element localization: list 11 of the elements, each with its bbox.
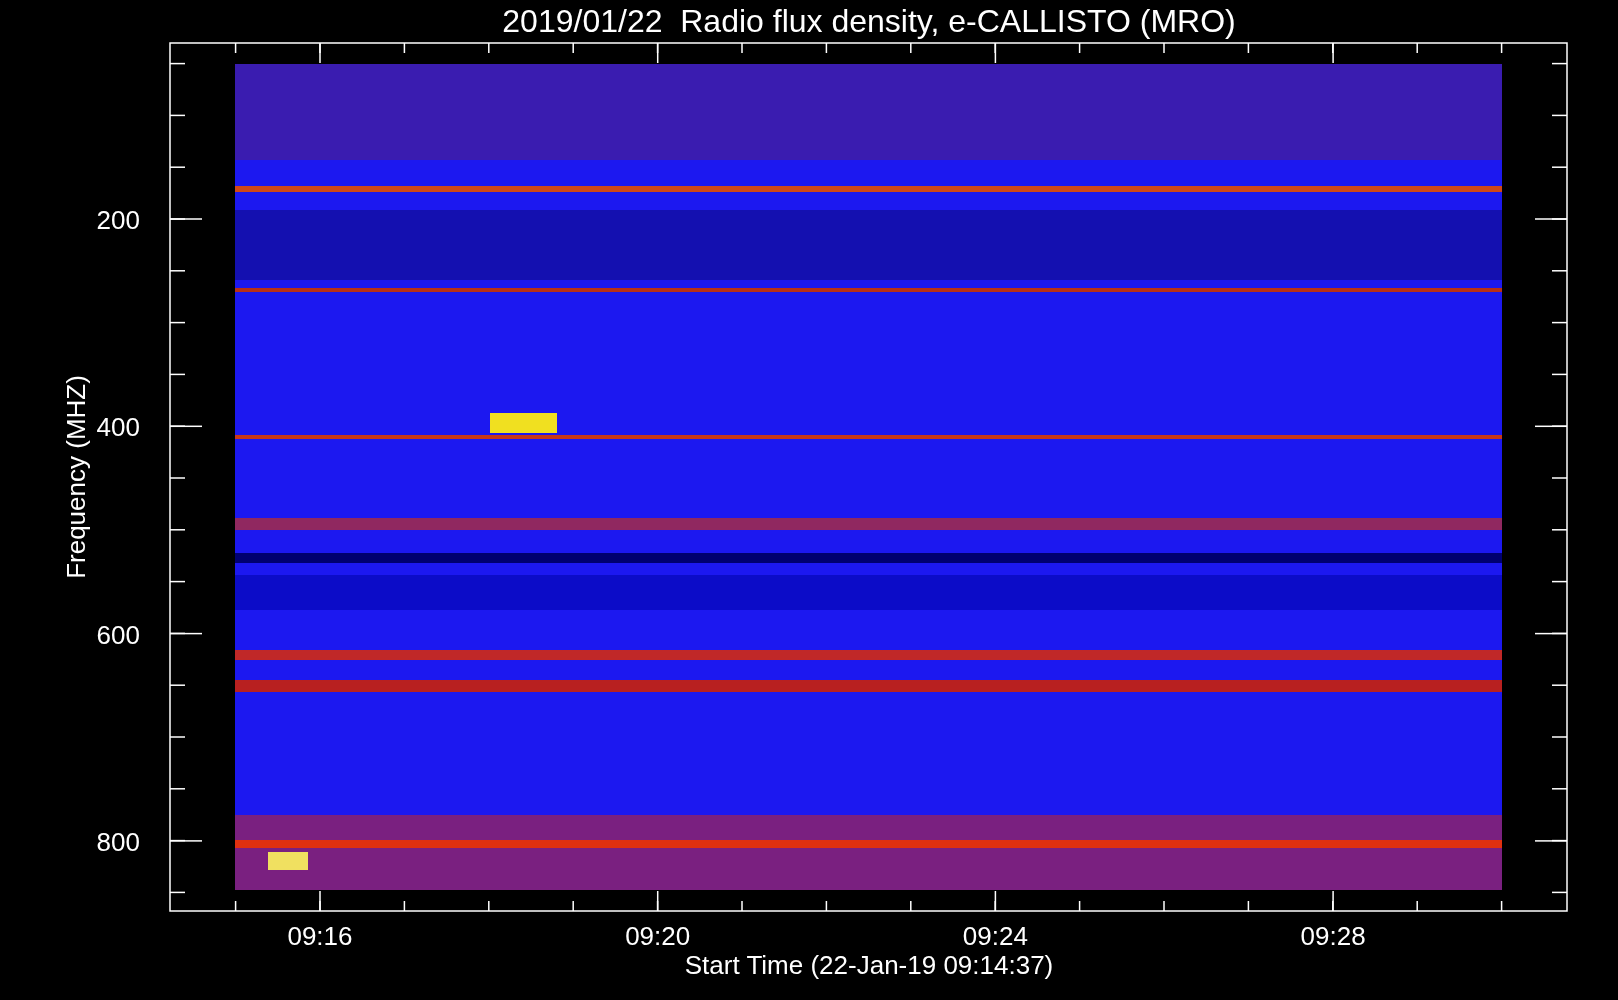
x-tick-label: 09:16 xyxy=(287,921,353,951)
y-axis-label: Frequency (MHZ) xyxy=(61,375,91,579)
x-tick-label: 09:20 xyxy=(625,921,691,951)
y-tick-label: 400 xyxy=(96,412,140,443)
x-tick-label: 09:24 xyxy=(962,921,1028,951)
y-tick-label: 600 xyxy=(96,619,140,650)
y-tick-label: 200 xyxy=(96,205,140,235)
x-tick-label: 09:28 xyxy=(1300,921,1366,951)
plot-title: 2019/01/22 Radio flux density, e-CALLISTO (MRO) xyxy=(502,3,1236,39)
x-axis-label: Start Time (22-Jan-19 09:14:37) xyxy=(684,950,1054,980)
y-tick-label: 800 xyxy=(96,826,140,857)
